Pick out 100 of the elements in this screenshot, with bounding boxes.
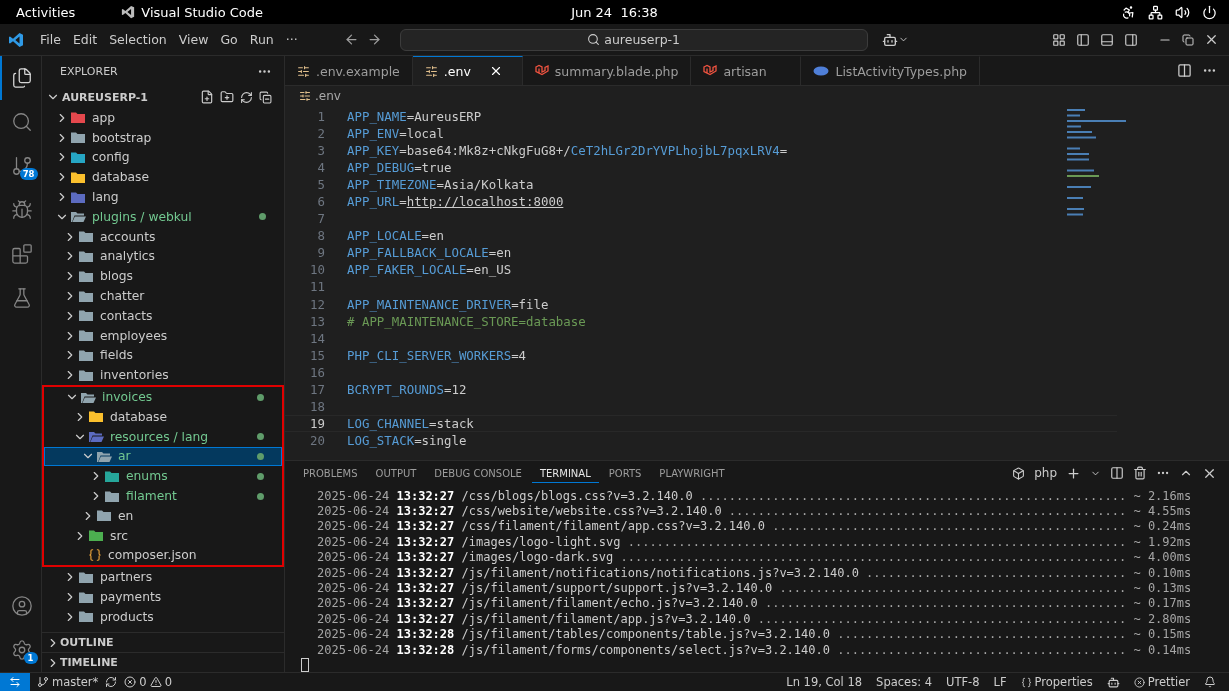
panel-right-icon[interactable] (1124, 32, 1138, 47)
remote-button[interactable] (0, 673, 30, 691)
panel-bottom-icon[interactable] (1100, 32, 1114, 47)
breadcrumb-item[interactable]: .env (315, 89, 341, 103)
forward-arrow-icon[interactable] (366, 32, 382, 47)
layout-icon[interactable] (1052, 32, 1066, 47)
panel-tab[interactable]: PLAYWRIGHT (651, 463, 733, 483)
menu-item[interactable]: Edit (66, 32, 104, 47)
prettier-status[interactable]: Prettier (1126, 675, 1197, 689)
new-file-icon[interactable] (200, 90, 214, 104)
remote-icon (9, 676, 21, 688)
network-icon[interactable] (1148, 4, 1163, 20)
activities-button[interactable]: Activities (16, 4, 76, 20)
tree-item[interactable]: fields (42, 345, 284, 366)
trash-icon[interactable] (1133, 466, 1147, 481)
refresh-icon[interactable] (240, 90, 253, 104)
tree-item[interactable]: config (42, 147, 284, 168)
box-icon (1012, 466, 1026, 480)
tree-item[interactable]: bootstrap (42, 127, 284, 148)
tree-item[interactable]: payments (42, 587, 284, 607)
menu-item[interactable]: Go (214, 32, 244, 47)
tree-item[interactable]: database (42, 167, 284, 188)
tree-item[interactable]: invoices (44, 387, 282, 407)
language-status[interactable]: Properties (1013, 675, 1100, 689)
workspace-title[interactable]: AUREUSERP-1 (62, 90, 149, 104)
close-icon[interactable] (1204, 32, 1219, 47)
search-icon (587, 33, 601, 46)
folder-icon (78, 368, 94, 382)
tree-item[interactable]: inventories (42, 365, 284, 386)
encoding-status[interactable]: UTF-8 (939, 675, 987, 689)
panel-tab[interactable]: DEBUG CONSOLE (426, 463, 530, 483)
terminal-line: 2025-06-24 13:32:27 /css/blogs/blogs.css?v=3.2.140.0 ........................................................... ~ 2.16ms (317, 488, 1193, 505)
tree-item[interactable]: blogs (42, 266, 284, 287)
code-line: LOG_CHANNEL=stack (347, 415, 474, 431)
line-number: 6 (316, 194, 325, 210)
tree-item[interactable]: lang (42, 187, 284, 207)
cursor-position[interactable]: Ln 19, Col 18 (779, 675, 870, 689)
folder-icon (78, 230, 94, 244)
folder-icon (96, 449, 112, 463)
folder-icon (78, 309, 94, 323)
terminal-name[interactable]: php (1034, 466, 1057, 481)
section-header[interactable]: OUTLINE (42, 632, 284, 652)
editor-tab[interactable]: .env (412, 56, 523, 85)
code-line: APP_TIMEZONE=Asia/Kolkata (347, 177, 534, 193)
volume-icon[interactable] (1175, 4, 1190, 20)
panel-tab[interactable]: OUTPUT (367, 463, 425, 483)
code-line: APP_ENV=local (347, 126, 444, 142)
restore-icon[interactable] (1182, 33, 1194, 46)
tree-item[interactable]: analytics (42, 246, 284, 267)
tree-item[interactable]: src (44, 525, 282, 546)
collapse-icon[interactable] (259, 90, 272, 104)
command-center[interactable]: aureuserp-1 (399, 28, 868, 51)
sync-icon[interactable] (105, 676, 118, 688)
line-number: 11 (309, 279, 325, 295)
tree-item[interactable]: partners (42, 567, 284, 588)
panel-tab[interactable]: PROBLEMS (295, 463, 366, 483)
menu-item[interactable]: Selection (103, 32, 173, 47)
problems-status[interactable]: 0 0 (117, 675, 179, 689)
panel-left-icon[interactable] (1076, 32, 1090, 47)
menu-item[interactable]: Run (243, 32, 280, 47)
menu-item[interactable]: View (172, 32, 215, 47)
accessibility-icon[interactable] (1121, 4, 1136, 20)
code-line: APP_FAKER_LOCALE=en_US (347, 262, 512, 278)
tree-item[interactable]: plugins / webkul (42, 207, 284, 227)
tree-item[interactable]: en (44, 505, 282, 526)
clock[interactable]: Jun 24 16:38 (571, 4, 658, 20)
activity-item[interactable]: 1 (0, 628, 42, 672)
tree-item[interactable]: enums (44, 466, 282, 487)
copilot-icon[interactable] (881, 31, 898, 48)
tree-item[interactable]: employees (42, 325, 284, 346)
app-name[interactable]: Visual Studio Code (141, 4, 264, 20)
activity-item[interactable]: 78 (0, 144, 42, 188)
new-folder-icon[interactable] (220, 90, 234, 104)
menu-item[interactable]: File (34, 32, 67, 47)
line-number: 1 (316, 109, 325, 124)
tree-item[interactable]: accounts (42, 226, 284, 247)
tree-item[interactable]: composer.json (44, 545, 282, 566)
tree-item[interactable]: contacts (42, 305, 284, 326)
eol-status[interactable]: LF (986, 675, 1014, 689)
new-terminal-icon[interactable] (1066, 465, 1081, 481)
tree-item[interactable]: chatter (42, 286, 284, 306)
power-icon[interactable] (1202, 4, 1217, 20)
tree-item[interactable]: database (44, 406, 282, 427)
split-editor-icon[interactable] (1177, 63, 1192, 78)
line-number: 8 (316, 228, 325, 244)
code-line: APP_MAINTENANCE_DRIVER=file (347, 296, 549, 312)
branch-status[interactable]: master* (30, 675, 106, 689)
split-terminal-icon[interactable] (1110, 466, 1124, 481)
tree-item[interactable]: filament (44, 486, 282, 506)
folder-icon (78, 590, 94, 604)
panel-tab[interactable]: PORTS (600, 463, 650, 483)
code-line: APP_KEY=base64:Mk8z+cNkgFuG8+/CeT2hLGr2DrYVPLhojbL7pqxLRV4= (347, 143, 788, 159)
tree-item[interactable]: app (42, 108, 284, 128)
more-menu[interactable]: ··· (279, 32, 304, 47)
tree-item[interactable]: ar (44, 446, 282, 467)
indentation-status[interactable]: Spaces: 4 (869, 675, 939, 689)
folder-icon (70, 111, 86, 125)
tree-item[interactable]: products (42, 606, 284, 627)
tree-item[interactable]: resources / lang (44, 426, 282, 447)
panel-tab[interactable]: TERMINAL (531, 463, 599, 483)
